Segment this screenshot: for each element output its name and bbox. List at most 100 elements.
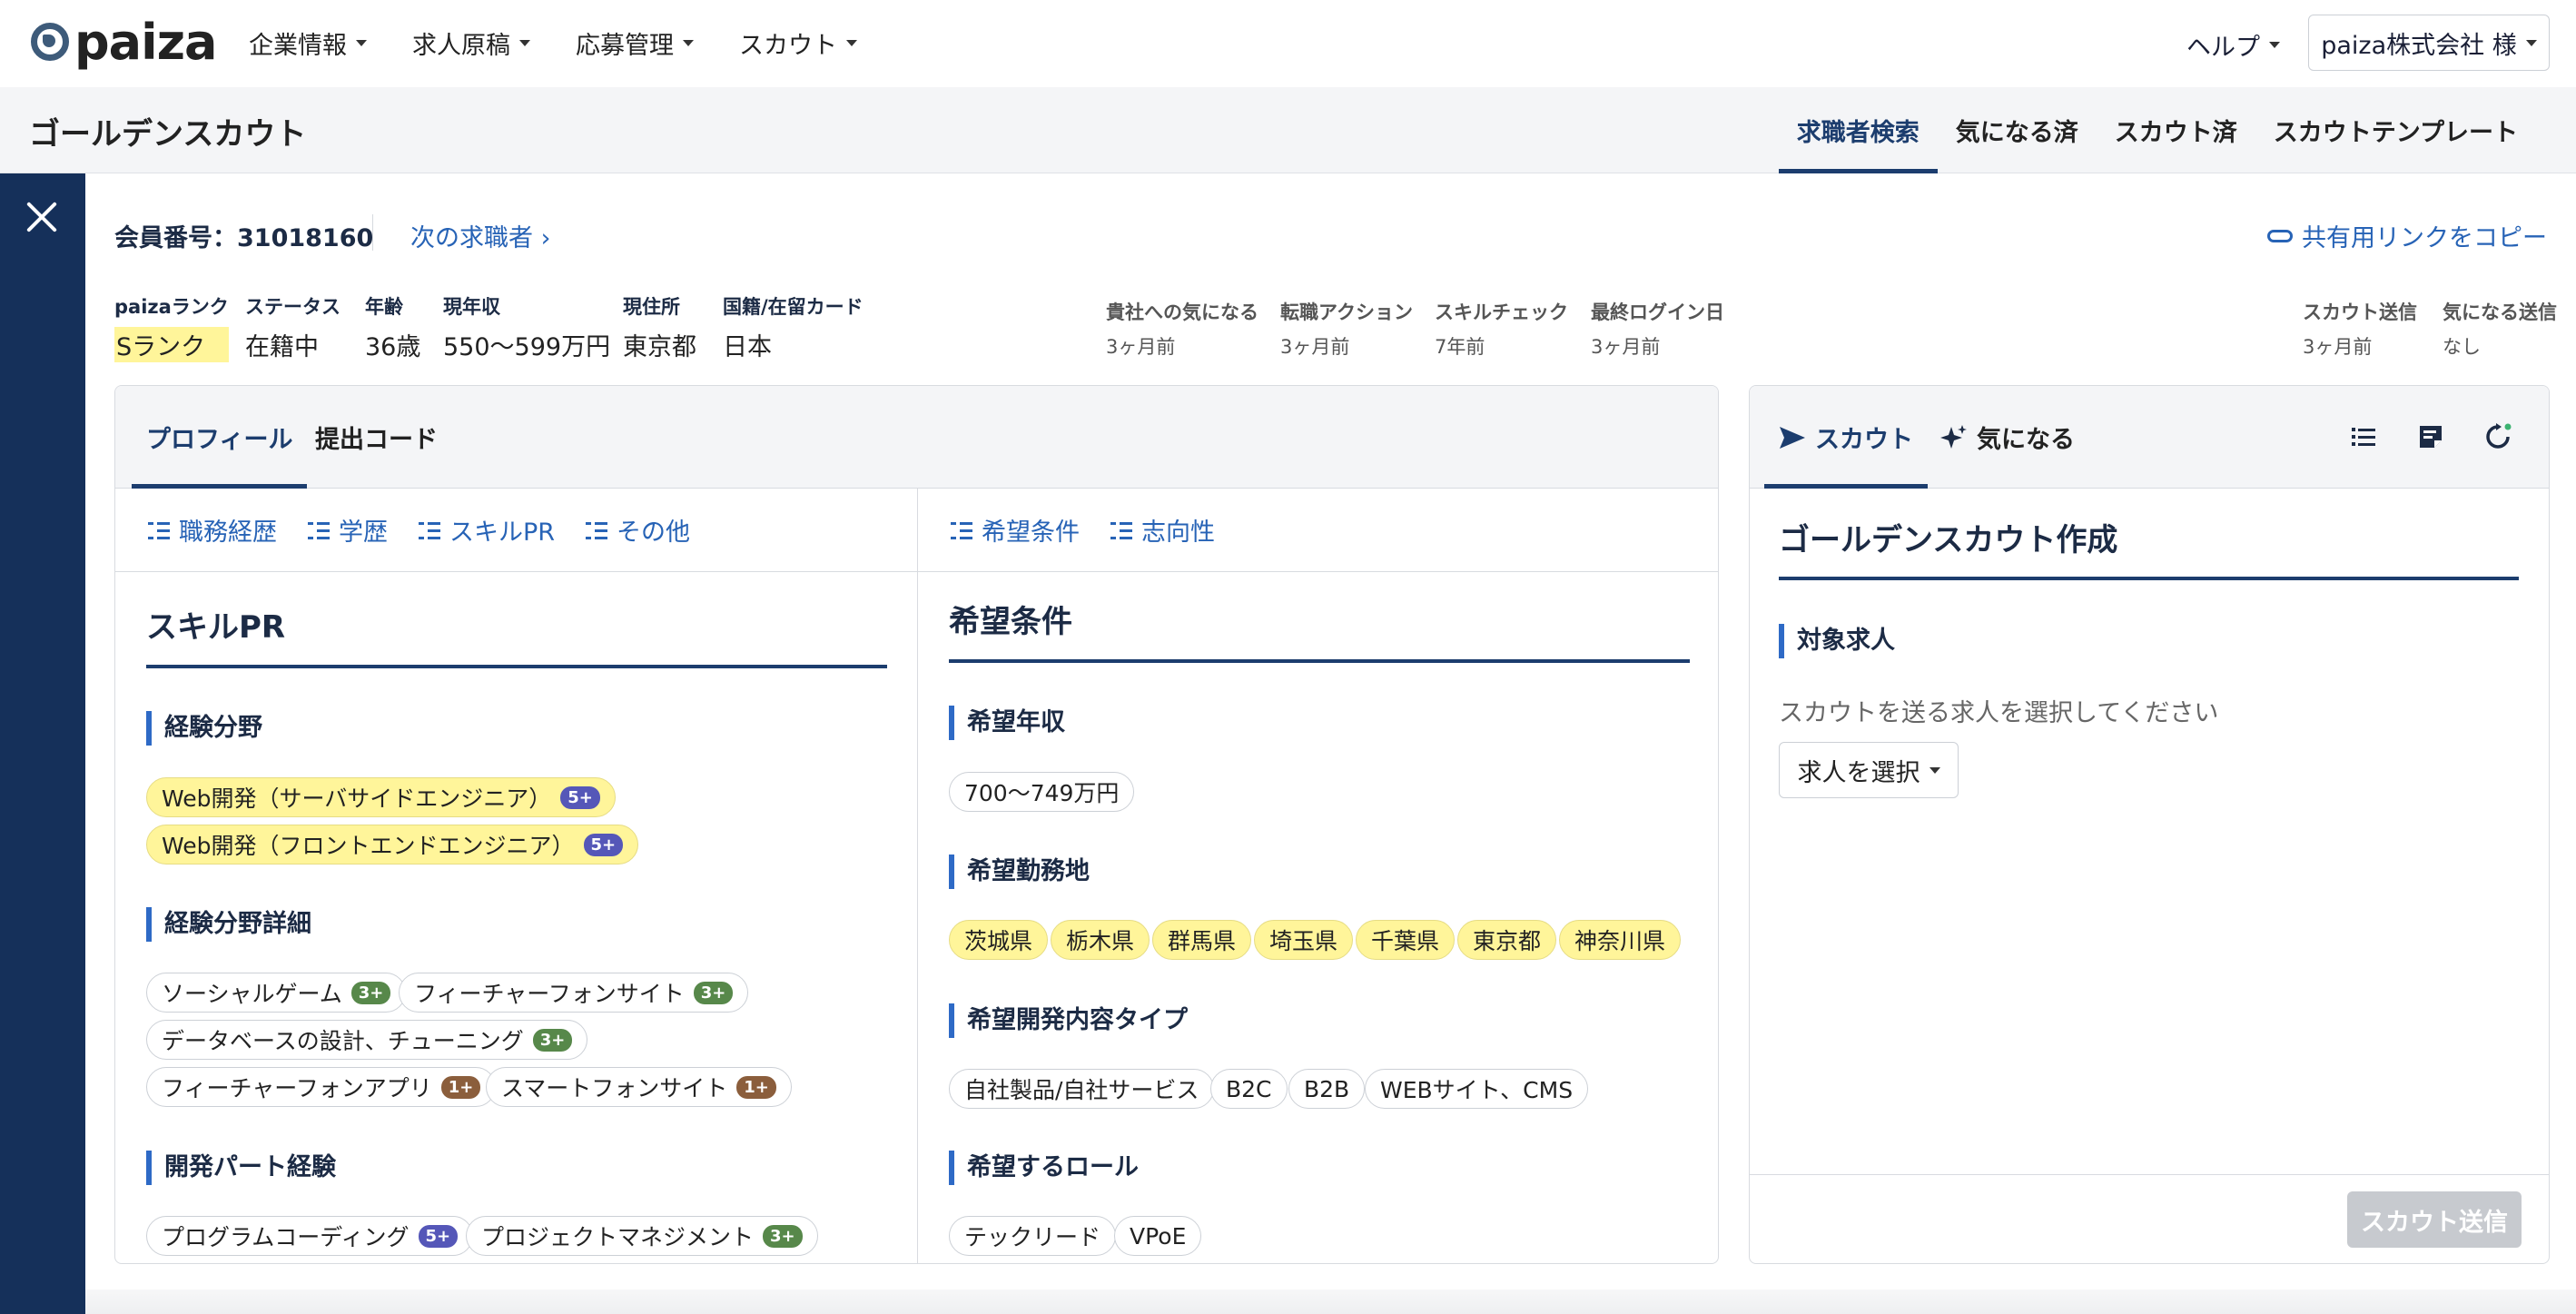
menu-scout[interactable]: スカウト	[739, 25, 857, 61]
info-value: 東京都	[623, 333, 696, 361]
tag-label: WEBサイト、CMS	[1380, 1077, 1574, 1103]
next-candidate-link[interactable]: 次の求職者 ›	[410, 218, 550, 253]
note-icon[interactable]	[2416, 422, 2445, 451]
scout-status-value: 3ヶ月前	[2303, 336, 2373, 358]
dev-type-tag: WEBサイト、CMS	[1365, 1069, 1589, 1109]
tab-candidate-search[interactable]: 求職者検索	[1778, 87, 1938, 173]
desired-salary-title: 希望年収	[949, 706, 1065, 740]
tag-label: 千葉県	[1371, 928, 1440, 954]
menu-job-postings[interactable]: 求人原稿	[412, 25, 530, 61]
role-tag: テックリード	[949, 1216, 1117, 1256]
sub-header: ゴールデンスカウト 求職者検索 気になる済 スカウト済 スカウトテンプレート	[0, 87, 2576, 173]
caret-down-icon	[2525, 39, 2537, 46]
tab-label: スカウト	[1815, 426, 1913, 454]
tag-label: VPoE	[1130, 1222, 1187, 1250]
list-icon	[308, 521, 330, 539]
years-badge: 3+	[350, 981, 391, 1004]
tab-interested[interactable]: 気になる済	[1938, 87, 2097, 173]
tab-profile[interactable]: プロフィール	[132, 386, 308, 489]
dev-type-tag: B2C	[1210, 1069, 1288, 1109]
account-label: paiza株式会社 様	[2321, 31, 2517, 60]
copy-share-link[interactable]: 共有用リンクをコピー	[2267, 218, 2547, 253]
tab-submitted-code[interactable]: 提出コード	[315, 386, 438, 489]
scout-status-label: 気になる送信	[2443, 301, 2557, 323]
activity-value: 7年前	[1435, 336, 1485, 358]
scout-panel-header: スカウト 気になる	[1750, 386, 2549, 489]
tag-label: プログラムコーディング	[162, 1224, 410, 1250]
close-icon[interactable]	[25, 201, 58, 233]
activity-label: 貴社への気になる	[1106, 301, 1258, 323]
anchor-label: 希望条件	[982, 519, 1080, 547]
info-value: 550〜599万円	[443, 333, 611, 361]
info-status: ステータス 在籍中	[245, 292, 341, 362]
page-title: ゴールデンスカウト	[29, 116, 307, 153]
years-badge: 5+	[418, 1224, 459, 1248]
anchor-other[interactable]: その他	[586, 512, 690, 548]
select-job-dropdown[interactable]: 求人を選択	[1779, 742, 1959, 798]
paiza-logo[interactable]: paiza	[31, 14, 217, 71]
list-icon	[419, 521, 440, 539]
help-menu[interactable]: ヘルプ	[2186, 27, 2280, 63]
menu-applications[interactable]: 応募管理	[576, 25, 694, 61]
info-nationality: 国籍/在留カード 日本	[723, 292, 864, 362]
tag-label: Web開発（フロントエンドエンジニア）	[162, 833, 575, 859]
refresh-icon[interactable]	[2483, 422, 2512, 451]
location-tag: 神奈川県	[1559, 920, 1682, 960]
skill-tag: スマートフォンサイト 1+	[486, 1067, 792, 1107]
tag-label: データベースの設計、チューニング	[162, 1028, 524, 1054]
years-badge: 3+	[532, 1028, 573, 1052]
activity-value: 3ヶ月前	[1106, 336, 1176, 358]
send-scout-button[interactable]: スカウト送信	[2347, 1191, 2522, 1248]
scout-panel: スカウト 気になる ゴールデンスカウト作成 対象求人 スカウトを送る求人を選択し…	[1749, 385, 2550, 1264]
menu-label: スカウト	[739, 32, 837, 60]
paiza-logo-icon	[31, 23, 69, 61]
preferences-title: 希望条件	[949, 604, 1072, 640]
dev-type-tag: 自社製品/自社サービス	[949, 1069, 1215, 1109]
location-tag: 栃木県	[1051, 920, 1150, 960]
years-badge: 5+	[560, 785, 600, 809]
years-badge: 1+	[736, 1075, 776, 1099]
scout-tools	[2349, 422, 2512, 451]
member-number: 会員番号：31018160	[114, 224, 374, 252]
account-dropdown[interactable]: paiza株式会社 様	[2308, 15, 2550, 71]
info-label: ステータス	[245, 296, 341, 318]
tag-label: テックリード	[964, 1224, 1101, 1250]
info-label: paizaランク	[114, 296, 229, 318]
list-icon	[951, 521, 972, 539]
interest-sent-status: 気になる送信 なし	[2443, 298, 2557, 360]
tab-scout[interactable]: スカウト	[1764, 386, 1928, 489]
tab-interest[interactable]: 気になる	[1939, 386, 2075, 489]
skill-pr-title: スキルPR	[146, 609, 286, 646]
tag-label: 茨城県	[964, 928, 1033, 954]
location-tag: 千葉県	[1356, 920, 1456, 960]
list-icon	[1110, 521, 1132, 539]
tag-label: 700〜749万円	[964, 780, 1120, 806]
skill-tag: プログラムコーディング 5+	[146, 1216, 474, 1256]
menu-company-info[interactable]: 企業情報	[249, 25, 367, 61]
select-job-hint: スカウトを送る求人を選択してください	[1779, 699, 2219, 727]
skill-tag: フィーチャーフォンアプリ 1+	[146, 1067, 497, 1107]
skill-tag: フィーチャーフォンサイト 3+	[399, 973, 749, 1013]
anchor-label: 学歴	[339, 519, 388, 547]
list-icon[interactable]	[2349, 422, 2378, 451]
years-badge: 3+	[693, 981, 734, 1004]
tab-scouted[interactable]: スカウト済	[2097, 87, 2255, 173]
anchor-skill-pr[interactable]: スキルPR	[419, 512, 555, 548]
anchor-label: 職務経歴	[179, 519, 277, 547]
anchor-orientation[interactable]: 志向性	[1110, 512, 1215, 548]
tab-scout-template[interactable]: スカウトテンプレート	[2255, 87, 2536, 173]
anchor-education[interactable]: 学歴	[308, 512, 388, 548]
profile-panel: プロフィール 提出コード 職務経歴 学歴 スキルPR その他 希望条件 志向性 …	[114, 385, 1719, 1264]
logo-text: paiza	[74, 13, 217, 71]
caret-down-icon	[356, 40, 367, 46]
list-icon	[586, 521, 608, 539]
copy-link-label: 共有用リンクをコピー	[2302, 224, 2547, 252]
anchor-career[interactable]: 職務経歴	[148, 512, 277, 548]
scout-footer: スカウト送信	[1750, 1174, 2549, 1263]
divider	[372, 214, 373, 251]
caret-down-icon	[519, 40, 530, 46]
tag-label: 埼玉県	[1269, 928, 1338, 954]
anchor-label: スキルPR	[449, 519, 556, 547]
anchor-preferences[interactable]: 希望条件	[951, 512, 1080, 548]
activity-value: 3ヶ月前	[1591, 336, 1661, 358]
